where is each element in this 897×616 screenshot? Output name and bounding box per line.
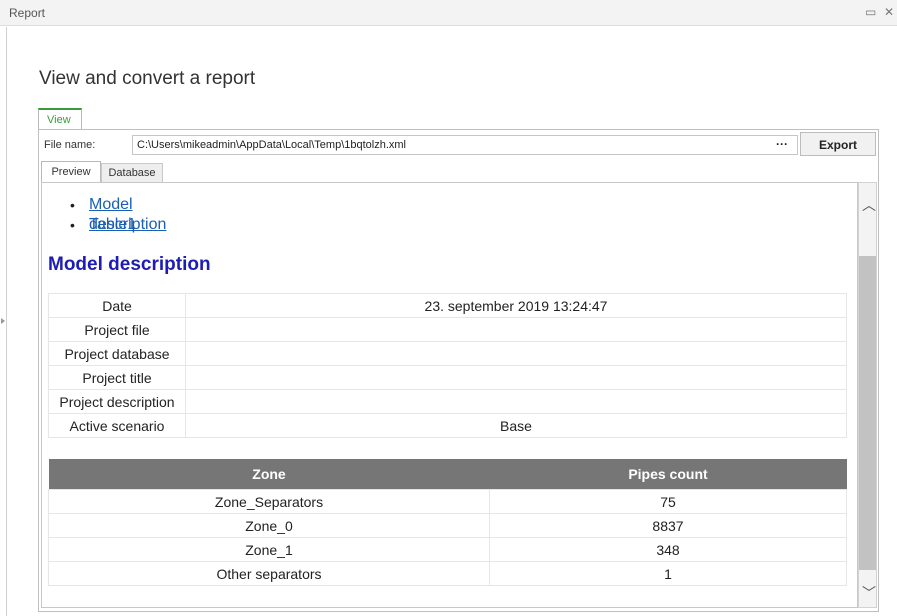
- zone-cell: Other separators: [48, 561, 490, 586]
- pipes-count-cell: 8837: [489, 513, 847, 538]
- dock-edge: [6, 27, 7, 616]
- restore-icon[interactable]: ▭: [865, 5, 876, 19]
- browse-button[interactable]: ···: [776, 137, 788, 151]
- row-value: [185, 365, 847, 390]
- row-value: [185, 389, 847, 414]
- table-row: Zone_Separators 75: [48, 489, 847, 514]
- tab-database[interactable]: Database: [101, 163, 163, 183]
- row-key: Date: [48, 293, 186, 318]
- section-heading: Model description: [48, 254, 211, 275]
- toc-link-table1[interactable]: Table1: [89, 215, 136, 235]
- pipes-count-cell: 1: [489, 561, 847, 586]
- column-header-zone: Zone: [48, 459, 490, 490]
- tab-view[interactable]: View: [38, 108, 82, 130]
- table-header-row: Zone Pipes count: [48, 459, 847, 490]
- scroll-up-icon[interactable]: ︿: [862, 195, 876, 215]
- table-row: Date 23. september 2019 13:24:47: [48, 293, 847, 318]
- scrollbar-thumb[interactable]: [859, 256, 876, 570]
- row-value: 23. september 2019 13:24:47: [185, 293, 847, 318]
- close-icon[interactable]: ✕: [884, 5, 894, 19]
- table-row: Active scenario Base: [48, 413, 847, 438]
- table-row: Project file: [48, 317, 847, 342]
- row-key: Project file: [48, 317, 186, 342]
- zone-cell: Zone_1: [48, 537, 490, 562]
- row-key: Project database: [48, 341, 186, 366]
- page-title: View and convert a report: [39, 68, 256, 89]
- scroll-down-icon[interactable]: ﹀: [862, 583, 876, 603]
- row-key: Active scenario: [48, 413, 186, 438]
- pipes-count-cell: 75: [489, 489, 847, 514]
- table-row: Zone_0 8837: [48, 513, 847, 538]
- row-key: Project description: [48, 389, 186, 414]
- table-row: Other separators 1: [48, 561, 847, 586]
- pipes-count-cell: 348: [489, 537, 847, 562]
- window-title: Report: [9, 6, 46, 20]
- zone-cell: Zone_Separators: [48, 489, 490, 514]
- column-header-pipes-count: Pipes count: [489, 459, 847, 490]
- row-key: Project title: [48, 365, 186, 390]
- row-value: [185, 317, 847, 342]
- table-row: Project database: [48, 341, 847, 366]
- tab-preview[interactable]: Preview: [41, 161, 101, 183]
- bullet-icon: •: [70, 217, 75, 233]
- expand-arrow-icon[interactable]: [1, 318, 5, 324]
- bullet-icon: •: [70, 197, 75, 213]
- table-row: Project title: [48, 365, 847, 390]
- table-row: Project description: [48, 389, 847, 414]
- file-name-label: File name:: [44, 139, 96, 151]
- model-description-table: Date 23. september 2019 13:24:47 Project …: [48, 293, 847, 438]
- file-path-input[interactable]: C:\Users\mikeadmin\AppData\Local\Temp\1b…: [132, 135, 798, 155]
- table-row: Zone_1 348: [48, 537, 847, 562]
- window-titlebar: Report ▭ ✕: [0, 0, 897, 26]
- row-value: [185, 341, 847, 366]
- zone-cell: Zone_0: [48, 513, 490, 538]
- zone-table: Zone Pipes count Zone_Separators 75 Zone_…: [48, 459, 847, 586]
- export-button[interactable]: Export: [800, 132, 876, 156]
- row-value: Base: [185, 413, 847, 438]
